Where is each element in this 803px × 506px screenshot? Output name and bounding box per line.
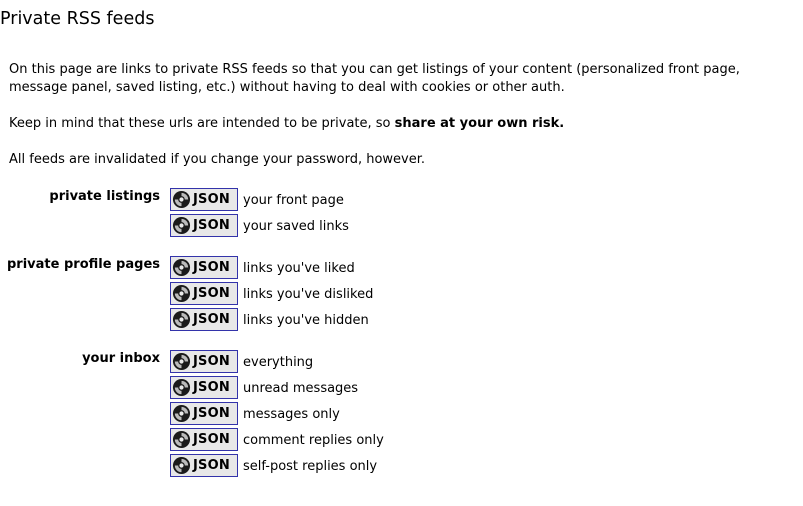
json-feed-button[interactable]: JSON: [170, 214, 238, 237]
json-button-label: JSON: [193, 218, 230, 233]
feed-description: unread messages: [243, 380, 359, 396]
json-feed-button[interactable]: JSON: [170, 376, 238, 399]
feed-row: JSON links you've hidden: [170, 308, 369, 331]
json-feed-button[interactable]: JSON: [170, 454, 238, 477]
warning-emphasis: share at your own risk.: [394, 116, 565, 131]
feed-description: your front page: [243, 192, 344, 208]
json-feed-button[interactable]: JSON: [170, 308, 238, 331]
section-label-your-inbox: your inbox: [82, 351, 160, 366]
feed-row: JSON links you've disliked: [170, 282, 373, 305]
json-button-label: JSON: [193, 312, 230, 327]
intro-text: On this page are links to private RSS fe…: [9, 62, 740, 95]
feed-description: messages only: [243, 406, 340, 422]
json-button-label: JSON: [193, 432, 230, 447]
json-logo-icon: [172, 216, 191, 235]
feed-row: JSON your front page: [170, 188, 344, 211]
json-logo-icon: [172, 456, 191, 475]
page: Private RSS feeds On this page are links…: [0, 0, 803, 506]
json-button-label: JSON: [193, 286, 230, 301]
json-feed-button[interactable]: JSON: [170, 282, 238, 305]
feed-description: links you've hidden: [243, 312, 369, 328]
section-label-private-listings: private listings: [49, 189, 160, 204]
json-feed-button[interactable]: JSON: [170, 350, 238, 373]
feed-row: JSON unread messages: [170, 376, 358, 399]
json-feed-button[interactable]: JSON: [170, 188, 238, 211]
json-logo-icon: [172, 310, 191, 329]
feed-row: JSON self-post replies only: [170, 454, 377, 477]
feed-description: links you've liked: [243, 260, 355, 276]
feed-description: your saved links: [243, 218, 349, 234]
warning-text: Keep in mind that these urls are intende…: [9, 115, 789, 133]
json-logo-icon: [172, 430, 191, 449]
feed-description: self-post replies only: [243, 458, 378, 474]
json-button-label: JSON: [193, 192, 230, 207]
json-button-label: JSON: [193, 458, 230, 473]
json-button-label: JSON: [193, 380, 230, 395]
json-logo-icon: [172, 378, 191, 397]
json-feed-button[interactable]: JSON: [170, 402, 238, 425]
json-logo-icon: [172, 258, 191, 277]
feed-row: JSON links you've liked: [170, 256, 355, 279]
feed-row: JSON comment replies only: [170, 428, 384, 451]
json-logo-icon: [172, 404, 191, 423]
feed-row: JSON your saved links: [170, 214, 349, 237]
json-logo-icon: [172, 284, 191, 303]
invalidation-note: All feeds are invalidated if you change …: [9, 152, 426, 167]
feed-description: everything: [243, 354, 314, 370]
json-feed-button[interactable]: JSON: [170, 256, 238, 279]
feed-row: JSON everything: [170, 350, 313, 373]
warning-prefix: Keep in mind that these urls are intende…: [9, 116, 395, 131]
json-logo-icon: [172, 190, 191, 209]
json-button-label: JSON: [193, 354, 230, 369]
json-feed-button[interactable]: JSON: [170, 428, 238, 451]
feed-description: links you've disliked: [243, 286, 374, 302]
json-button-label: JSON: [193, 406, 230, 421]
section-label-private-profile-pages: private profile pages: [7, 257, 160, 272]
feed-row: JSON messages only: [170, 402, 340, 425]
json-logo-icon: [172, 352, 191, 371]
page-title: Private RSS feeds: [0, 9, 155, 29]
json-button-label: JSON: [193, 260, 230, 275]
feed-description: comment replies only: [243, 432, 384, 448]
